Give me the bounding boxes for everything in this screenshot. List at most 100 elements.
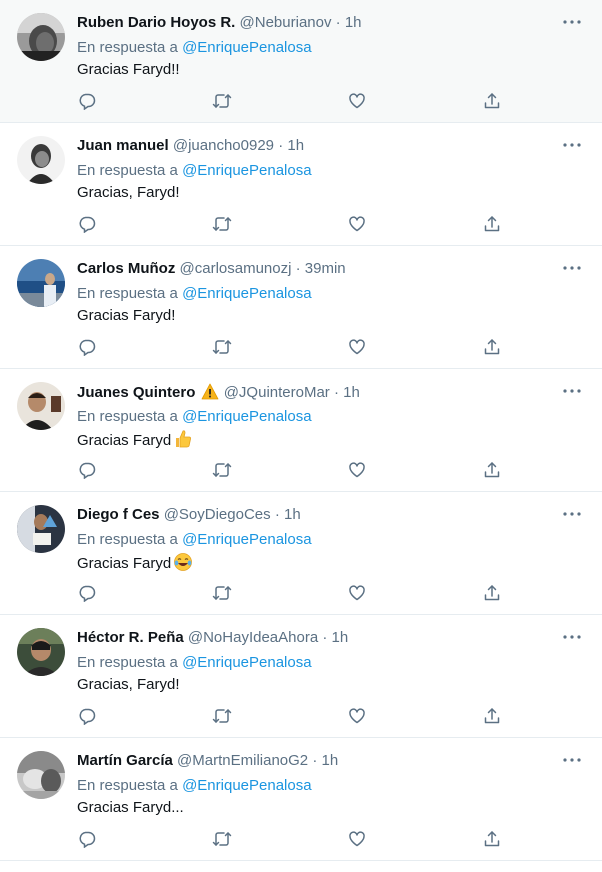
retweet-icon[interactable] [211,90,233,112]
reply-tweet[interactable]: Juan manuel @juancho0929 · 1h En respues… [0,123,602,246]
tweet-actions [76,582,506,604]
tweet-actions [76,828,506,850]
user-handle[interactable]: @juancho0929 [173,137,274,154]
reply-prefix: En respuesta a [77,162,178,179]
user-handle[interactable]: @carlosamunozj [180,260,292,277]
avatar[interactable] [17,136,65,184]
share-icon[interactable] [481,828,503,850]
separator-dot: · [278,137,284,154]
share-icon[interactable] [481,582,503,604]
reply-tweet[interactable]: Héctor R. Peña @NoHayIdeaAhora · 1h En r… [0,615,602,738]
timestamp[interactable]: 39min [305,260,346,277]
avatar[interactable] [17,505,65,553]
avatar[interactable] [17,628,65,676]
user-handle[interactable]: @Neburianov [240,14,332,31]
timestamp[interactable]: 1h [343,384,360,401]
more-options-icon[interactable] [560,504,584,524]
retweet-icon[interactable] [211,705,233,727]
reply-context: En respuesta a @EnriquePenalosa [77,38,312,58]
reply-context: En respuesta a @EnriquePenalosa [77,653,312,673]
reply-context: En respuesta a @EnriquePenalosa [77,530,312,550]
display-name[interactable]: Ruben Dario Hoyos R. [77,14,235,31]
like-icon[interactable] [346,705,368,727]
more-options-icon[interactable] [560,135,584,155]
separator-dot: · [322,629,328,646]
more-options-icon[interactable] [560,381,584,401]
more-options-icon[interactable] [560,258,584,278]
like-icon[interactable] [346,336,368,358]
share-icon[interactable] [481,213,503,235]
reply-icon[interactable] [76,213,98,235]
more-options-icon[interactable] [560,627,584,647]
display-name[interactable]: Carlos Muñoz [77,260,175,277]
timestamp[interactable]: 1h [345,14,362,31]
display-name[interactable]: Héctor R. Peña [77,629,184,646]
user-handle[interactable]: @NoHayIdeaAhora [188,629,318,646]
mention-link[interactable]: @EnriquePenalosa [182,408,311,425]
avatar[interactable] [17,382,65,430]
tweet-text: Gracias, Faryd! [77,675,180,695]
user-handle[interactable]: @MartnEmilianoG2 [177,752,308,769]
reply-tweet[interactable]: Ruben Dario Hoyos R. @Neburianov · 1h En… [0,0,602,123]
display-name[interactable]: Diego f Ces [77,506,160,523]
timestamp[interactable]: 1h [287,137,304,154]
reply-prefix: En respuesta a [77,285,178,302]
reply-icon[interactable] [76,705,98,727]
reply-tweet[interactable]: Diego f Ces @SoyDiegoCes · 1h En respues… [0,492,602,615]
reply-icon[interactable] [76,336,98,358]
retweet-icon[interactable] [211,213,233,235]
reply-tweet[interactable]: Juanes Quintero @JQuinteroMar · 1h En re… [0,369,602,492]
mention-link[interactable]: @EnriquePenalosa [182,777,311,794]
reply-icon[interactable] [76,582,98,604]
tweet-actions [76,336,506,358]
share-icon[interactable] [481,459,503,481]
like-icon[interactable] [346,213,368,235]
tweet-text-content: Gracias Faryd! [77,307,176,324]
tweet-text: Gracias, Faryd! [77,183,180,203]
like-icon[interactable] [346,90,368,112]
like-icon[interactable] [346,459,368,481]
mention-link[interactable]: @EnriquePenalosa [182,654,311,671]
like-icon[interactable] [346,582,368,604]
mention-link[interactable]: @EnriquePenalosa [182,39,311,56]
separator-dot: · [333,384,339,401]
tweet-actions [76,705,506,727]
more-options-icon[interactable] [560,12,584,32]
tweet-header: Héctor R. Peña @NoHayIdeaAhora · 1h [77,629,348,647]
timestamp[interactable]: 1h [284,506,301,523]
display-name[interactable]: Juanes Quintero [77,384,195,401]
share-icon[interactable] [481,705,503,727]
reply-tweet[interactable]: Carlos Muñoz @carlosamunozj · 39min En r… [0,246,602,369]
retweet-icon[interactable] [211,582,233,604]
display-name[interactable]: Juan manuel [77,137,169,154]
tweet-text-content: Gracias, Faryd! [77,676,180,693]
user-handle[interactable]: @JQuinteroMar [224,384,330,401]
avatar[interactable] [17,259,65,307]
mention-link[interactable]: @EnriquePenalosa [182,531,311,548]
timestamp[interactable]: 1h [322,752,339,769]
tweet-text: Gracias Faryd! [77,306,175,326]
mention-link[interactable]: @EnriquePenalosa [182,285,311,302]
like-icon[interactable] [346,828,368,850]
reply-tweet[interactable]: Martín García @MartnEmilianoG2 · 1h En r… [0,738,602,861]
user-handle[interactable]: @SoyDiegoCes [164,506,271,523]
reply-context: En respuesta a @EnriquePenalosa [77,161,312,181]
reply-icon[interactable] [76,459,98,481]
separator-dot: · [274,506,280,523]
timestamp[interactable]: 1h [332,629,349,646]
retweet-icon[interactable] [211,459,233,481]
reply-icon[interactable] [76,828,98,850]
display-name[interactable]: Martín García [77,752,173,769]
avatar[interactable] [17,751,65,799]
tweet-actions [76,213,506,235]
share-icon[interactable] [481,336,503,358]
reply-prefix: En respuesta a [77,531,178,548]
mention-link[interactable]: @EnriquePenalosa [182,162,311,179]
more-options-icon[interactable] [560,750,584,770]
avatar[interactable] [17,13,65,61]
retweet-icon[interactable] [211,336,233,358]
retweet-icon[interactable] [211,828,233,850]
reply-icon[interactable] [76,90,98,112]
share-icon[interactable] [481,90,503,112]
tweet-header: Juan manuel @juancho0929 · 1h [77,137,304,155]
